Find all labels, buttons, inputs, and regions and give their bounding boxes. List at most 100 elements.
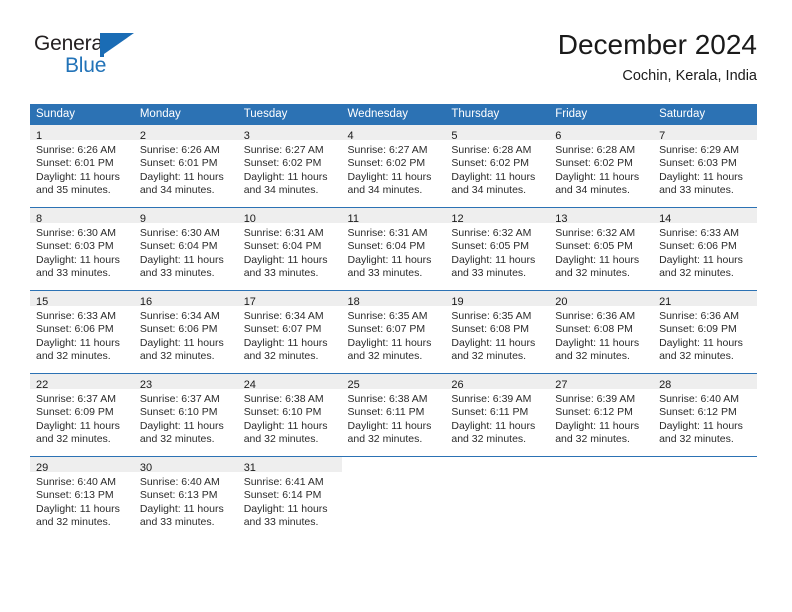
calendar-day-cell[interactable]: 4 Sunrise: 6:27 AM Sunset: 6:02 PM Daylight… (341, 125, 446, 208)
calendar-day-cell[interactable]: 26 Sunrise: 6:39 AM Sunset: 6:11 PM Dayligh… (445, 373, 550, 457)
calendar-day-cell[interactable]: 29 Sunrise: 6:40 AM Sunset: 6:13 PM Dayligh… (30, 456, 134, 539)
calendar-day-cell[interactable]: 24 Sunrise: 6:38 AM Sunset: 6:10 PM Dayligh… (237, 373, 342, 457)
calendar-day-cell[interactable]: 19 Sunrise: 6:35 AM Sunset: 6:08 PM Dayligh… (445, 290, 550, 374)
sunset-text: Sunset: 6:05 PM (555, 240, 633, 253)
sunrise-text: Sunrise: 6:35 AM (347, 310, 428, 322)
daylight-text-line1: Daylight: 11 hours (555, 336, 640, 349)
daylight-text-line2: and 35 minutes. (36, 184, 111, 197)
calendar-day-cell[interactable]: 10 Sunrise: 6:31 AM Sunset: 6:04 PM Dayligh… (237, 207, 342, 291)
sunrise-text: Sunrise: 6:33 AM (36, 310, 116, 322)
calendar-day-cell[interactable]: 13 Sunrise: 6:32 AM Sunset: 6:05 PM Dayligh… (549, 207, 654, 291)
weekday-header-thursday: Thursday (445, 104, 550, 125)
sunrise-text: Sunrise: 6:34 AM (139, 310, 220, 322)
calendar-day-cell[interactable]: 6 Sunrise: 6:28 AM Sunset: 6:02 PM Daylight… (549, 125, 654, 208)
calendar-day-cell[interactable]: 31 Sunrise: 6:41 AM Sunset: 6:14 PM Dayligh… (237, 456, 342, 539)
sunset-text: Sunset: 6:13 PM (139, 489, 218, 502)
calendar-day-cell[interactable]: 5 Sunrise: 6:28 AM Sunset: 6:02 PM Daylight… (445, 125, 550, 208)
day-number-band: 3 (237, 125, 342, 142)
day-number: 7 (659, 130, 666, 142)
calendar-cell-empty (445, 456, 550, 539)
calendar-day-cell[interactable]: 22 Sunrise: 6:37 AM Sunset: 6:09 PM Dayligh… (30, 373, 134, 457)
day-number: 27 (555, 379, 568, 391)
calendar-day-cell[interactable]: 9 Sunrise: 6:30 AM Sunset: 6:04 PM Daylight… (133, 207, 238, 291)
day-cell-details: Sunrise: 6:28 AM Sunset: 6:02 PM Daylight:… (445, 140, 549, 198)
day-cell-inner: 21 Sunrise: 6:36 AM Sunset: 6:09 PM Dayligh… (653, 291, 757, 373)
calendar-day-cell[interactable]: 30 Sunrise: 6:40 AM Sunset: 6:13 PM Dayligh… (133, 456, 238, 539)
day-number: 21 (659, 296, 672, 308)
day-cell-inner: 10 Sunrise: 6:31 AM Sunset: 6:04 PM Dayligh… (237, 208, 342, 290)
day-cell-inner: 2 Sunrise: 6:26 AM Sunset: 6:01 PM Daylight… (133, 125, 238, 207)
calendar-day-cell[interactable]: 1 Sunrise: 6:26 AM Sunset: 6:01 PM Daylight… (30, 125, 134, 208)
day-cell-inner: 14 Sunrise: 6:33 AM Sunset: 6:06 PM Dayligh… (653, 208, 757, 290)
calendar-day-cell[interactable]: 8 Sunrise: 6:30 AM Sunset: 6:03 PM Daylight… (30, 207, 134, 291)
daylight-text-line1: Daylight: 11 hours (36, 419, 120, 432)
day-number: 5 (451, 130, 458, 142)
day-cell-inner: 9 Sunrise: 6:30 AM Sunset: 6:04 PM Daylight… (133, 208, 238, 290)
calendar-day-cell[interactable]: 14 Sunrise: 6:33 AM Sunset: 6:06 PM Dayligh… (653, 207, 757, 291)
calendar-day-cell[interactable]: 16 Sunrise: 6:34 AM Sunset: 6:06 PM Dayligh… (133, 290, 238, 374)
daylight-text-line1: Daylight: 11 hours (659, 170, 743, 183)
day-cell-details: Sunrise: 6:37 AM Sunset: 6:10 PM Daylight:… (134, 389, 238, 447)
daylight-text-line2: and 34 minutes. (139, 184, 215, 197)
daylight-text-line1: Daylight: 11 hours (659, 419, 743, 432)
calendar-cell-empty (653, 456, 757, 539)
day-number-band: 24 (237, 374, 342, 391)
daylight-text-line1: Daylight: 11 hours (451, 419, 536, 432)
daylight-text-line1: Daylight: 11 hours (347, 170, 432, 183)
daylight-text-line2: and 33 minutes. (139, 516, 215, 529)
sunset-text: Sunset: 6:01 PM (139, 157, 218, 170)
daylight-text-line1: Daylight: 11 hours (36, 253, 120, 266)
sunset-text: Sunset: 6:10 PM (139, 406, 218, 419)
daylight-text-line2: and 32 minutes. (555, 350, 630, 363)
day-number-band: 12 (445, 208, 550, 225)
daylight-text-line1: Daylight: 11 hours (243, 502, 328, 515)
daylight-text-line1: Daylight: 11 hours (243, 170, 328, 183)
day-cell-details: Sunrise: 6:32 AM Sunset: 6:05 PM Daylight:… (445, 223, 549, 281)
day-cell-inner: 8 Sunrise: 6:30 AM Sunset: 6:03 PM Daylight… (30, 208, 134, 290)
sunrise-text: Sunrise: 6:39 AM (555, 393, 636, 405)
calendar-day-cell[interactable]: 27 Sunrise: 6:39 AM Sunset: 6:12 PM Dayligh… (549, 373, 654, 457)
brand-logo[interactable]: General Blue (34, 32, 214, 88)
daylight-text-line2: and 32 minutes. (347, 433, 423, 446)
calendar-day-cell[interactable]: 20 Sunrise: 6:36 AM Sunset: 6:08 PM Dayligh… (549, 290, 654, 374)
calendar-day-cell[interactable]: 23 Sunrise: 6:37 AM Sunset: 6:10 PM Dayligh… (133, 373, 238, 457)
sunset-text: Sunset: 6:04 PM (139, 240, 218, 253)
day-cell-inner: 13 Sunrise: 6:32 AM Sunset: 6:05 PM Dayligh… (549, 208, 654, 290)
calendar-week-row: 22 Sunrise: 6:37 AM Sunset: 6:09 PM Dayligh… (30, 373, 757, 457)
calendar-day-cell[interactable]: 28 Sunrise: 6:40 AM Sunset: 6:12 PM Dayligh… (653, 373, 757, 457)
sunset-text: Sunset: 6:13 PM (36, 489, 114, 502)
day-number-band: 7 (653, 125, 757, 142)
daylight-text-line1: Daylight: 11 hours (243, 336, 328, 349)
calendar-day-cell[interactable]: 12 Sunrise: 6:32 AM Sunset: 6:05 PM Dayligh… (445, 207, 550, 291)
day-cell-details: Sunrise: 6:31 AM Sunset: 6:04 PM Daylight:… (342, 223, 446, 281)
calendar-day-cell[interactable]: 7 Sunrise: 6:29 AM Sunset: 6:03 PM Daylight… (653, 125, 757, 208)
day-number-band: 5 (445, 125, 550, 142)
day-number-band: 21 (653, 291, 757, 308)
calendar-day-cell[interactable]: 3 Sunrise: 6:27 AM Sunset: 6:02 PM Daylight… (237, 125, 342, 208)
calendar-day-cell[interactable]: 17 Sunrise: 6:34 AM Sunset: 6:07 PM Dayligh… (237, 290, 342, 374)
sunrise-text: Sunrise: 6:38 AM (243, 393, 324, 405)
daylight-text-line2: and 32 minutes. (36, 516, 111, 529)
calendar-day-cell[interactable]: 15 Sunrise: 6:33 AM Sunset: 6:06 PM Dayligh… (30, 290, 134, 374)
day-number-band (549, 457, 653, 472)
page-title: December 2024 (557, 29, 757, 60)
calendar-body: 1 Sunrise: 6:26 AM Sunset: 6:01 PM Daylight… (30, 125, 757, 539)
calendar-day-cell[interactable]: 11 Sunrise: 6:31 AM Sunset: 6:04 PM Dayligh… (341, 207, 446, 291)
sunrise-text: Sunrise: 6:28 AM (451, 144, 532, 156)
daylight-text-line2: and 32 minutes. (36, 433, 111, 446)
day-cell-details: Sunrise: 6:32 AM Sunset: 6:05 PM Daylight:… (549, 223, 653, 281)
calendar-day-cell[interactable]: 2 Sunrise: 6:26 AM Sunset: 6:01 PM Daylight… (133, 125, 238, 208)
day-cell-inner (342, 457, 446, 539)
daylight-text-line2: and 33 minutes. (451, 267, 527, 280)
calendar-day-cell[interactable]: 25 Sunrise: 6:38 AM Sunset: 6:11 PM Dayligh… (341, 373, 446, 457)
sunrise-text: Sunrise: 6:26 AM (139, 144, 220, 156)
day-number-band: 9 (133, 208, 238, 225)
calendar-day-cell[interactable]: 18 Sunrise: 6:35 AM Sunset: 6:07 PM Dayligh… (341, 290, 446, 374)
daylight-text-line2: and 34 minutes. (243, 184, 319, 197)
day-cell-details: Sunrise: 6:36 AM Sunset: 6:08 PM Daylight:… (549, 306, 653, 364)
day-number: 2 (139, 130, 146, 142)
calendar-day-cell[interactable]: 21 Sunrise: 6:36 AM Sunset: 6:09 PM Dayligh… (653, 290, 757, 374)
day-number-band: 28 (653, 374, 757, 391)
daylight-text-line1: Daylight: 11 hours (555, 419, 640, 432)
daylight-text-line1: Daylight: 11 hours (555, 253, 640, 266)
